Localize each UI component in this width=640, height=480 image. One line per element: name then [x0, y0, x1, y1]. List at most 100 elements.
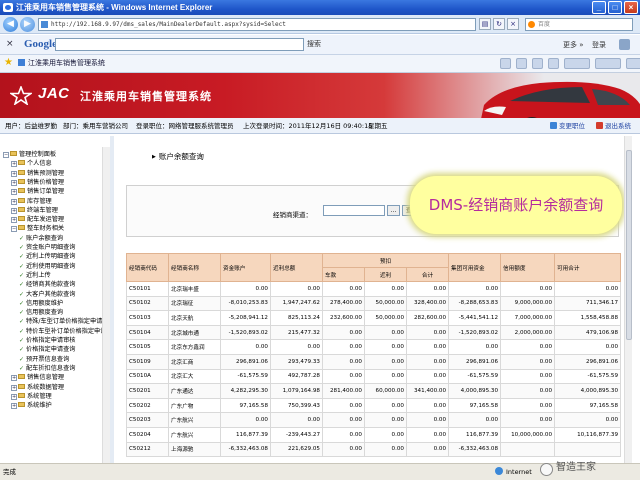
sidebar-item[interactable]: + 销售价格管理: [11, 178, 64, 187]
sidebar-item-label: 销售订单管理: [27, 188, 65, 196]
expand-icon[interactable]: +: [11, 375, 17, 382]
expand-icon[interactable]: +: [11, 207, 17, 214]
sidebar-item[interactable]: − 整车财务相关: [11, 224, 64, 233]
sidebar-item[interactable]: + 系统维护: [11, 401, 52, 410]
home-icon[interactable]: [500, 58, 511, 69]
expand-icon[interactable]: +: [11, 179, 17, 186]
sidebar-item[interactable]: ✓ 特殊/车型订单价格指定申请: [19, 317, 102, 326]
sidebar-item[interactable]: + 个人信息: [11, 159, 52, 168]
expand-icon[interactable]: +: [11, 393, 17, 400]
sidebar-item[interactable]: ✓ 配车折扣信息查询: [19, 364, 76, 373]
wrench-icon[interactable]: [619, 39, 630, 50]
sidebar-item[interactable]: + 终端车管理: [11, 206, 58, 215]
refresh-icon[interactable]: ↻: [493, 18, 505, 30]
sidebar-item[interactable]: ✓ 信用额度查询: [19, 308, 63, 317]
favorites-star-icon[interactable]: ★: [4, 57, 13, 68]
header-credit[interactable]: 信用额度: [500, 253, 556, 282]
table-row[interactable]: C50212 上海源驰 -6,332,463.08 221,629.05 0.00 0.0…: [126, 441, 622, 458]
sidebar-item[interactable]: + 销售预测管理: [11, 169, 64, 178]
table-row[interactable]: C50202 广东广物 97,165.58 750,399.43 0.00 0.00 0.0…: [126, 397, 622, 414]
expand-icon[interactable]: +: [11, 217, 17, 224]
table-row[interactable]: C50204 广东航兴 116,877.39 -239,443.27 0.00 0.00 0…: [126, 426, 622, 443]
header-available[interactable]: 集团可用资金: [448, 253, 502, 282]
tools-menu-icon[interactable]: [626, 58, 640, 69]
google-search-input[interactable]: [55, 38, 304, 51]
login-button[interactable]: 登录: [592, 40, 606, 50]
more-button[interactable]: 更多 »: [563, 40, 584, 50]
sidebar-item[interactable]: ✓ 预开票信息查询: [19, 355, 69, 364]
sidebar-item[interactable]: + 销售信息管理: [11, 373, 64, 382]
page-menu-icon[interactable]: [564, 58, 590, 69]
forward-icon[interactable]: ▶: [20, 17, 35, 32]
expand-icon[interactable]: +: [11, 161, 17, 168]
table-row[interactable]: C50104 北京城市通 -1,520,893.02 215,477.32 0.00 0.…: [126, 324, 622, 341]
sidebar-item[interactable]: ✓ 价格指定申请审核: [19, 336, 76, 345]
close-toolbar-icon[interactable]: ×: [6, 39, 14, 49]
sidebar-item[interactable]: + 库存管理: [11, 197, 52, 206]
browser-tab[interactable]: 江淮乘用车销售管理系统: [18, 58, 105, 68]
sidebar-item[interactable]: + 销售订单管理: [11, 187, 64, 196]
sidebar-scrollbar[interactable]: [102, 147, 110, 463]
close-window-icon[interactable]: ×: [624, 1, 638, 14]
minimize-icon[interactable]: _: [592, 1, 606, 14]
web-search-input[interactable]: 百度: [525, 18, 633, 31]
expand-icon[interactable]: +: [11, 403, 17, 410]
table-row[interactable]: C50102 北京瑞征 -8,010,253.83 1,947,247.62 278,4…: [126, 295, 622, 312]
feeds-icon[interactable]: [516, 58, 527, 69]
dealer-channel-input[interactable]: [323, 205, 385, 216]
header-rebate2[interactable]: 近利: [364, 267, 407, 282]
header-subtotal[interactable]: 合计: [405, 267, 450, 282]
scrollbar-thumb[interactable]: [626, 150, 632, 340]
sidebar-item[interactable]: ✓ 资金账户明细查询: [19, 243, 76, 252]
sidebar-item[interactable]: ✓ 大客户其他款查询: [19, 290, 76, 299]
sidebar-item[interactable]: ✓ 经销商其他款查询: [19, 280, 76, 289]
cell-available: 4,000,895.30: [448, 383, 502, 399]
sidebar-item[interactable]: ✓ 近利上传: [19, 271, 51, 280]
header-name[interactable]: 经销商名称: [168, 253, 221, 282]
header-fund[interactable]: 资金账户: [220, 253, 271, 282]
sidebar-item[interactable]: ✓ 特价车型补订单价格指定申请: [19, 327, 106, 336]
expand-icon[interactable]: +: [11, 189, 17, 196]
google-search-button[interactable]: 搜索: [307, 39, 321, 49]
url-input[interactable]: http://192.168.9.97/dms_sales/MainDealer…: [38, 18, 476, 31]
expand-icon[interactable]: +: [11, 170, 17, 177]
maximize-icon[interactable]: □: [608, 1, 622, 14]
table-row[interactable]: C50103 北京天航 -5,208,941.12 825,113.24 232,600…: [126, 310, 622, 326]
exit-system-button[interactable]: 退出系统: [596, 118, 631, 134]
sidebar-item[interactable]: + 系统数据管理: [11, 383, 64, 392]
table-row[interactable]: C50201 广东通达 4,282,295.30 1,079,164.98 281,40…: [126, 383, 622, 399]
safety-menu-icon[interactable]: [595, 58, 621, 69]
print-icon[interactable]: [548, 58, 559, 69]
header-rebate[interactable]: 近利总额: [270, 253, 323, 282]
check-icon: ✓: [19, 318, 25, 326]
mail-icon[interactable]: [532, 58, 543, 69]
switch-position-button[interactable]: 变更职位: [550, 118, 585, 134]
header-code[interactable]: 经销商代码: [126, 253, 169, 282]
sidebar-item[interactable]: ✓ 近利使用明细查询: [19, 262, 76, 271]
collapse-icon[interactable]: −: [11, 226, 17, 233]
expand-icon[interactable]: +: [11, 198, 17, 205]
table-row[interactable]: C5010A 北京汇大 -61,575.59 492,787.28 0.00 0.00 0.…: [126, 368, 622, 385]
sidebar-item[interactable]: + 系统管理: [11, 392, 52, 401]
sidebar-item[interactable]: ✓ 近利上传明细查询: [19, 252, 76, 261]
sidebar-item[interactable]: ✓ 信用额度维护: [19, 299, 63, 308]
cell-fund: 0.00: [220, 281, 271, 297]
header-car[interactable]: 车款: [322, 267, 365, 282]
sidebar-item[interactable]: + 配车发运管理: [11, 215, 64, 224]
back-icon[interactable]: ◀: [3, 17, 18, 32]
table-row[interactable]: C50203 广东航兴 0.00 0.00 0.00 0.00 0.00 0.00 0.00 0.…: [126, 412, 622, 428]
sidebar-item[interactable]: ✓ 账户余额查询: [19, 234, 63, 243]
table-row[interactable]: C50109 北京汇商 296,891.06 293,479.33 0.00 0.00 0.…: [126, 353, 622, 370]
main-scrollbar[interactable]: [624, 136, 632, 463]
table-row[interactable]: C50101 北京瑞丰盛 0.00 0.00 0.00 0.00 0.00 0.00 0.00 0…: [126, 281, 622, 297]
expand-icon[interactable]: +: [11, 384, 17, 391]
folder-icon: [18, 383, 25, 389]
browse-button[interactable]: ...: [387, 205, 400, 216]
compat-view-icon[interactable]: ▤: [479, 18, 491, 30]
sidebar-item[interactable]: ✓ 价格指定申请查询: [19, 345, 76, 354]
stop-icon[interactable]: ×: [507, 18, 519, 30]
header-total[interactable]: 可用合计: [554, 253, 622, 282]
table-row[interactable]: C50105 北京东方鑫润 0.00 0.00 0.00 0.00 0.00 0.00 0.00…: [126, 339, 622, 355]
sidebar-item[interactable]: − 管理控制面板: [3, 150, 56, 159]
collapse-icon[interactable]: −: [3, 152, 9, 158]
